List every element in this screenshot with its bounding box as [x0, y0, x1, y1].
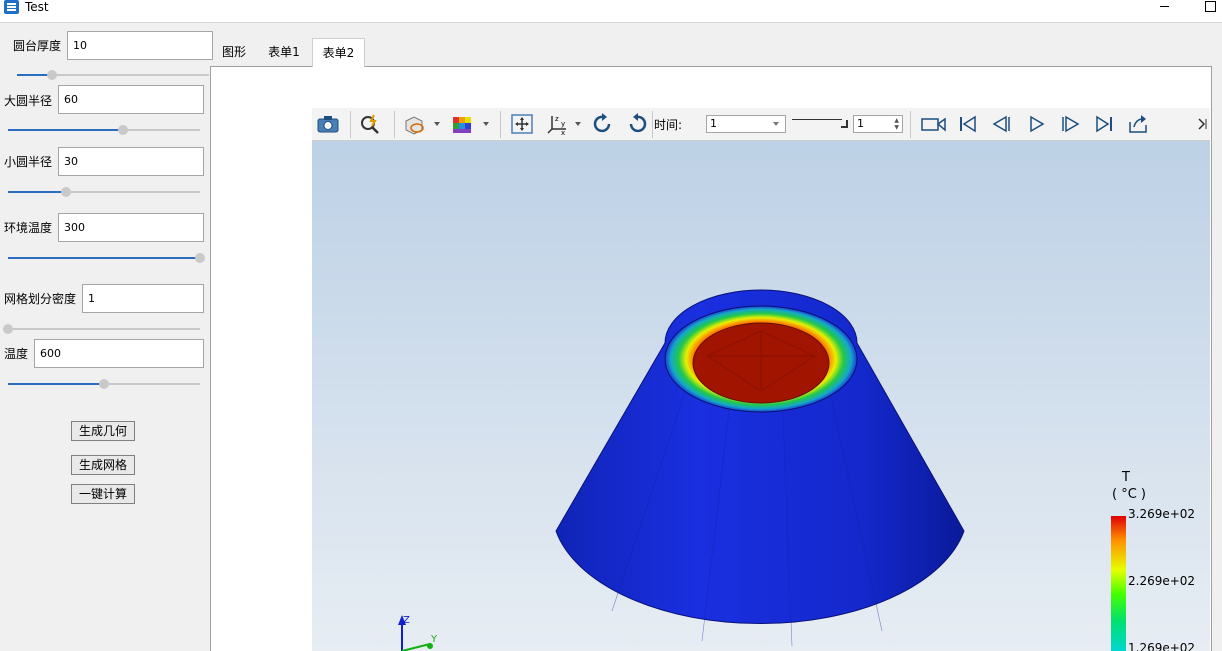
display-mode-icon[interactable]	[402, 113, 426, 135]
time-select[interactable]: 1	[706, 115, 786, 133]
param-label-ambient-temp: 环境温度	[4, 221, 53, 235]
legend-tick-min: 1.269e+02	[1128, 641, 1196, 651]
legend-tick-max: 3.269e+02	[1128, 507, 1196, 521]
large-radius-input[interactable]: 60	[58, 85, 204, 114]
first-frame-icon[interactable]	[956, 113, 980, 135]
spin-arrows-icon[interactable]: ▲ ▼	[894, 117, 899, 131]
svg-text:y: y	[561, 120, 565, 128]
fit-view-icon[interactable]	[510, 113, 534, 135]
frame-slider-handle[interactable]	[841, 120, 848, 128]
small-radius-input[interactable]: 30	[58, 147, 204, 176]
generate-mesh-button[interactable]: 生成网格	[71, 455, 135, 475]
render-viewport[interactable]: Z Y	[312, 141, 1210, 651]
minimize-button[interactable]	[1155, 0, 1175, 14]
time-select-value: 1	[710, 117, 717, 130]
chevron-down-icon	[773, 122, 779, 126]
play-icon[interactable]	[1024, 113, 1048, 135]
last-frame-icon[interactable]	[1092, 113, 1116, 135]
frame-spinbox[interactable]: 1 ▲ ▼	[853, 115, 903, 133]
thickness-input[interactable]: 10	[67, 31, 213, 60]
y-axis-label: Y	[430, 634, 438, 645]
param-label-thickness: 圆台厚度	[13, 39, 62, 53]
slider-handle[interactable]	[118, 125, 129, 135]
axes-icon[interactable]: zyx	[546, 113, 570, 137]
toolbar-overflow-icon[interactable]	[1196, 113, 1208, 135]
maximize-button[interactable]	[1199, 0, 1219, 14]
legend-unit: ( °C )	[1112, 487, 1146, 502]
title-bar: Test	[0, 0, 1222, 23]
slider-handle[interactable]	[46, 70, 57, 80]
mesh-density-slider[interactable]	[3, 323, 200, 335]
generate-geometry-button[interactable]: 生成几何	[71, 421, 135, 441]
rotate-cw-icon[interactable]	[591, 113, 615, 135]
query-icon[interactable]	[358, 113, 382, 135]
svg-text:z: z	[555, 115, 559, 123]
y-axis	[401, 643, 431, 651]
record-icon[interactable]	[920, 113, 948, 135]
axes-dropdown[interactable]	[575, 122, 581, 126]
window-title: Test	[25, 0, 49, 14]
svg-text:x: x	[561, 129, 565, 135]
large-radius-slider[interactable]	[8, 124, 200, 136]
ambient-temp-input[interactable]: 300	[58, 213, 204, 242]
temperature-input[interactable]: 600	[34, 339, 204, 368]
time-label: 时间:	[654, 118, 683, 132]
thickness-slider[interactable]	[17, 69, 209, 81]
color-map-dropdown[interactable]	[483, 122, 489, 126]
viewer-toolbar: zyx 时间: 1 1 ▲ ▼	[312, 108, 1210, 141]
param-label-small-radius: 小圆半径	[4, 155, 53, 169]
frustum-model: Z Y	[398, 289, 965, 651]
frame-value: 1	[857, 117, 864, 130]
legend-tick-mid: 2.269e+02	[1128, 574, 1196, 588]
temperature-slider[interactable]	[8, 378, 200, 390]
tab-form2[interactable]: 表单2	[312, 38, 365, 67]
slider-handle[interactable]	[60, 187, 71, 197]
slider-handle[interactable]	[99, 379, 109, 389]
small-radius-slider[interactable]	[8, 186, 200, 198]
rotate-ccw-icon[interactable]	[625, 113, 649, 135]
legend-title: T	[1122, 470, 1130, 485]
tab-form1[interactable]: 表单1	[259, 38, 309, 67]
export-icon[interactable]	[1126, 113, 1150, 135]
param-label-mesh-density: 网格划分密度	[4, 292, 77, 306]
mesh-density-input[interactable]: 1	[82, 284, 204, 313]
frame-slider[interactable]	[792, 116, 848, 130]
slider-handle[interactable]	[3, 324, 13, 334]
slider-handle[interactable]	[195, 253, 205, 263]
prev-frame-icon[interactable]	[990, 113, 1014, 135]
tab-graphics[interactable]: 图形	[213, 38, 255, 67]
app-icon	[4, 0, 19, 14]
compute-button[interactable]: 一键计算	[71, 484, 135, 504]
param-label-temperature: 温度	[4, 347, 29, 361]
z-axis-label: Z	[403, 615, 410, 626]
camera-icon[interactable]	[316, 113, 340, 135]
display-mode-dropdown[interactable]	[434, 122, 440, 126]
next-frame-icon[interactable]	[1058, 113, 1082, 135]
color-map-icon[interactable]	[450, 113, 474, 135]
ambient-temp-slider[interactable]	[8, 252, 205, 264]
color-scale-bar	[1111, 516, 1126, 651]
param-label-large-radius: 大圆半径	[4, 94, 53, 108]
